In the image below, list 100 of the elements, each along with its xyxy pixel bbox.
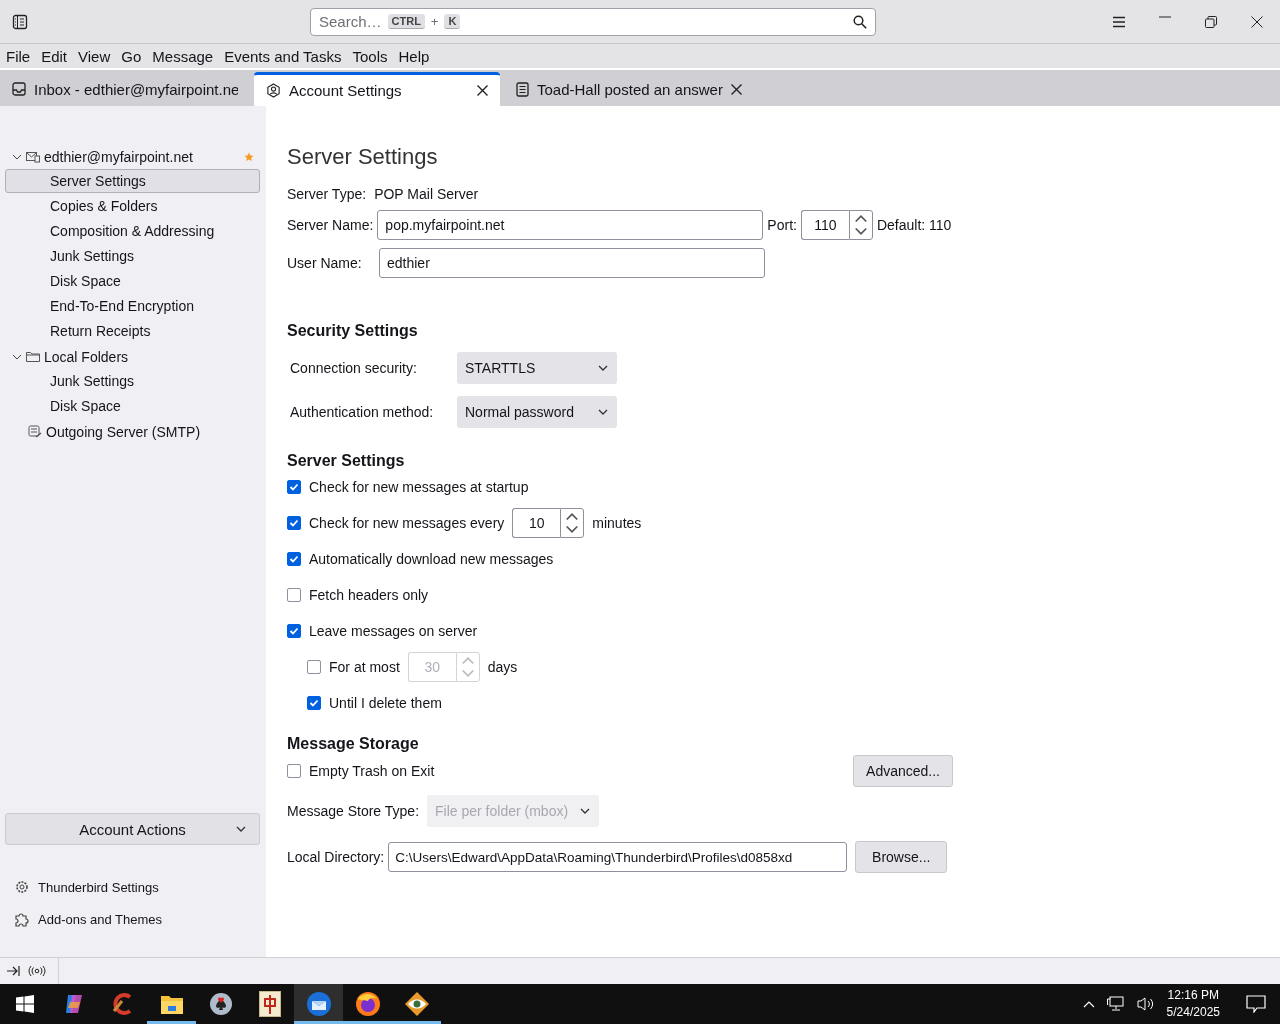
speaker-icon[interactable] xyxy=(1136,996,1155,1012)
eye-app-icon[interactable] xyxy=(403,991,430,1017)
notification-icon[interactable] xyxy=(1246,995,1266,1013)
checkbox[interactable] xyxy=(287,764,301,778)
settings-page-item[interactable]: End-To-End Encryption xyxy=(5,294,260,318)
settings-page-item[interactable]: Copies & Folders xyxy=(5,194,260,218)
checkbox[interactable] xyxy=(287,480,301,494)
field-label: Port: xyxy=(767,217,797,233)
mail-account-icon xyxy=(26,150,40,163)
settings-page-item[interactable]: Junk Settings xyxy=(5,244,260,268)
dropdown[interactable]: STARTTLS xyxy=(457,352,617,384)
clock-time[interactable]: 12:16 PM xyxy=(1167,987,1219,1004)
tab[interactable]: Account Settings xyxy=(254,72,500,106)
broadcast-icon[interactable] xyxy=(28,965,46,977)
close-icon[interactable] xyxy=(731,83,742,95)
checkbox[interactable] xyxy=(287,588,301,602)
card-game-icon[interactable] xyxy=(208,992,233,1016)
close-icon[interactable] xyxy=(1251,15,1263,28)
account-actions-button[interactable]: Account Actions xyxy=(5,813,260,845)
checkbox-label: Automatically download new messages xyxy=(309,551,554,567)
number-field[interactable]: 10 xyxy=(512,508,561,538)
key-cap: CTRL xyxy=(387,14,425,29)
menu-item[interactable]: Go xyxy=(121,47,142,65)
spin-buttons[interactable] xyxy=(848,210,873,240)
checkbox-label: For at most xyxy=(329,659,400,675)
account-tree-item[interactable]: Local Folders xyxy=(44,348,266,365)
local-directory-field[interactable]: C:\Users\Edward\AppData\Roaming\Thunderbird\Profiles\d0858xd xyxy=(388,842,848,872)
mail-app-icon[interactable] xyxy=(305,991,332,1017)
folder-icon[interactable] xyxy=(159,993,184,1015)
server-type-value: POP Mail Server xyxy=(374,186,479,202)
menu-item[interactable]: Help xyxy=(398,47,430,65)
user-name-field[interactable]: edthier xyxy=(379,248,765,278)
checkbox-label: Until I delete them xyxy=(329,695,442,711)
unit-label: minutes xyxy=(592,515,642,531)
account-settings-icon xyxy=(266,83,281,98)
checkmark-icon xyxy=(309,698,319,708)
server-name-field[interactable]: pop.myfairpoint.net xyxy=(377,210,764,240)
menu-item[interactable]: File xyxy=(6,47,31,65)
tab[interactable]: Toad-Hall posted an answer xyxy=(504,72,754,106)
search-field[interactable]: Search… CTRL + K xyxy=(310,7,876,36)
account-tree-item[interactable]: Outgoing Server (SMTP) xyxy=(46,423,266,440)
menu-item[interactable]: Message xyxy=(152,47,214,65)
checkbox-label: Leave messages on server xyxy=(309,623,478,639)
spin-buttons[interactable] xyxy=(560,508,585,538)
puzzle-piece-icon xyxy=(14,911,30,927)
settings-page-item[interactable]: Server Settings xyxy=(5,169,260,193)
field-label: Server Name: xyxy=(287,217,374,233)
menu-item[interactable]: Events and Tasks xyxy=(224,47,342,65)
menu-item[interactable]: View xyxy=(78,47,111,65)
field-label: Server Type: xyxy=(287,186,367,202)
menu-item[interactable]: Edit xyxy=(41,47,68,65)
page-title: Server Settings xyxy=(287,144,439,170)
plus-sign: + xyxy=(430,14,439,29)
checkbox[interactable] xyxy=(287,516,301,530)
clock-date[interactable]: 5/24/2025 xyxy=(1166,1004,1220,1021)
minimize-icon[interactable] xyxy=(1159,15,1171,18)
settings-page-item[interactable]: Junk Settings xyxy=(5,369,260,393)
tab[interactable]: Inbox - edthier@myfairpoint.ne xyxy=(0,72,250,106)
checkbox[interactable] xyxy=(287,552,301,566)
dropdown[interactable]: Normal password xyxy=(457,396,617,428)
browse-button[interactable]: Browse... xyxy=(855,841,948,873)
menu-item[interactable]: Tools xyxy=(352,47,388,65)
port-field[interactable]: 110 xyxy=(800,210,849,240)
folder-icon xyxy=(26,350,40,363)
section-heading: Security Settings xyxy=(287,322,419,340)
server-icon xyxy=(28,424,42,439)
document-icon xyxy=(516,81,529,97)
settings-page-item[interactable]: Return Receipts xyxy=(5,319,260,343)
checkbox[interactable] xyxy=(307,696,321,710)
field-label: User Name: xyxy=(287,255,363,271)
checkmark-icon xyxy=(289,518,299,528)
settings-link[interactable]: Thunderbird Settings xyxy=(14,879,266,895)
advanced-button[interactable]: Advanced... xyxy=(853,755,953,787)
settings-page-item[interactable]: Composition & Addressing xyxy=(5,219,260,243)
key-cap: K xyxy=(444,14,461,29)
start-icon[interactable] xyxy=(15,995,34,1013)
restore-icon[interactable] xyxy=(1205,15,1217,28)
account-tree-item[interactable]: edthier@myfairpoint.net xyxy=(44,148,240,165)
settings-page-item[interactable]: Disk Space xyxy=(5,269,260,293)
checkbox[interactable] xyxy=(287,624,301,638)
unit-label: days xyxy=(487,659,518,675)
checkbox-label: Fetch headers only xyxy=(309,587,429,603)
field-label: Connection security: xyxy=(290,360,418,376)
collapse-arrow-icon[interactable] xyxy=(6,965,20,977)
sidebar-toggle-icon[interactable] xyxy=(12,13,28,30)
checkbox-label: Empty Trash on Exit xyxy=(309,763,435,779)
settings-page-item[interactable]: Disk Space xyxy=(5,394,260,418)
network-icon[interactable] xyxy=(1106,996,1125,1012)
taskbar-button[interactable] xyxy=(294,984,343,1024)
tile-game-icon[interactable] xyxy=(258,991,281,1017)
search-icon[interactable] xyxy=(853,14,867,29)
checkbox-label: Check for new messages every xyxy=(309,515,505,531)
chevron-up-icon[interactable] xyxy=(1082,1000,1095,1008)
close-icon[interactable] xyxy=(477,85,488,96)
checkbox-label: Check for new messages at startup xyxy=(309,479,529,495)
inbox-icon xyxy=(12,82,26,96)
menu-icon[interactable] xyxy=(1112,15,1126,28)
settings-link[interactable]: Add-ons and Themes xyxy=(14,911,266,927)
field-label: Local Directory: xyxy=(287,849,385,865)
browser-icon[interactable] xyxy=(354,991,381,1017)
